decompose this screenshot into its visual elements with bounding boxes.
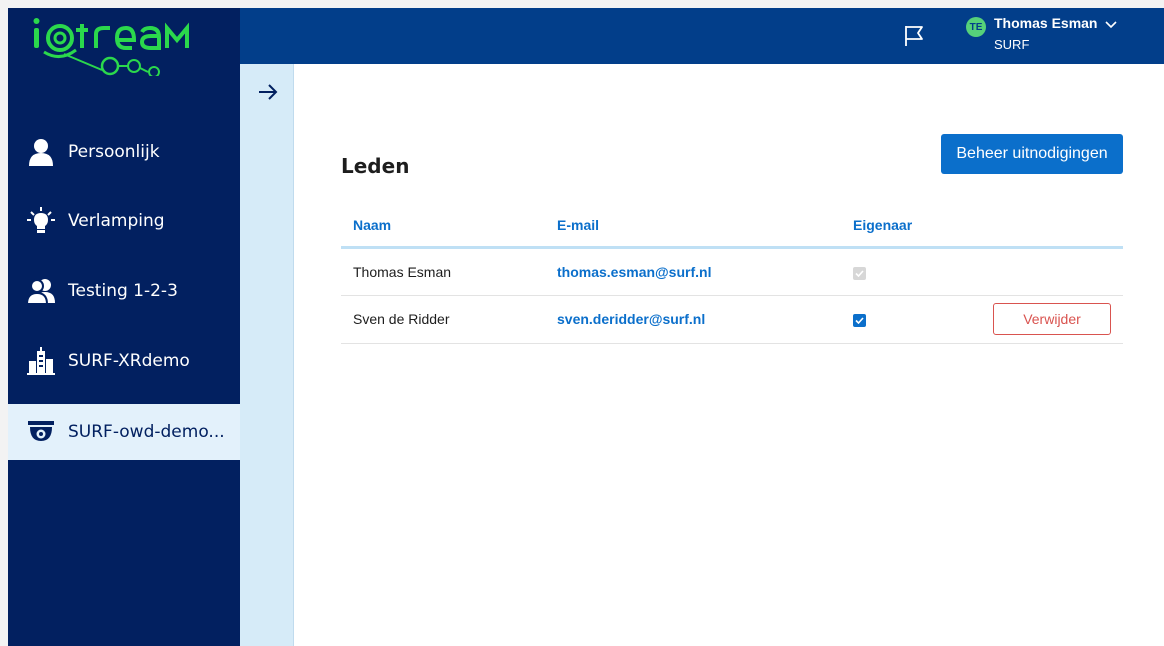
user-icon <box>22 137 60 167</box>
sidebar-item-label: Testing 1-2-3 <box>68 281 178 301</box>
sidebar-item-verlamping[interactable]: Verlamping <box>8 193 240 249</box>
column-header-name[interactable]: Naam <box>341 204 545 249</box>
owner-checkbox[interactable] <box>853 314 866 327</box>
owner-checkbox-disabled <box>853 266 866 280</box>
arrow-right-icon[interactable] <box>256 80 280 104</box>
column-header-actions <box>981 204 1123 249</box>
app-logo[interactable] <box>30 14 220 76</box>
user-organization: SURF <box>994 37 1030 53</box>
actions-cell <box>981 247 1123 296</box>
lightbulb-icon <box>22 206 60 236</box>
actions-cell: Verwijder <box>981 295 1123 344</box>
sidebar-collapse-rail <box>240 64 294 646</box>
avatar: TE <box>966 17 986 37</box>
manage-invitations-button[interactable]: Beheer uitnodigingen <box>941 134 1123 174</box>
owner-cell <box>841 295 981 344</box>
table-header-row: Naam E-mail Eigenaar <box>341 204 1123 249</box>
sidebar-item-label: SURF-XRdemo <box>68 351 190 371</box>
owner-cell <box>841 247 981 296</box>
sidebar-item-label: SURF-owd-demo... <box>68 422 225 442</box>
column-header-email[interactable]: E-mail <box>545 204 841 249</box>
sidebar-item-label: Verlamping <box>68 211 165 231</box>
user-name: Thomas Esman <box>994 15 1098 31</box>
page-title: Leden <box>341 154 410 178</box>
sidebar-item-label: Persoonlijk <box>68 142 160 162</box>
member-email[interactable]: sven.deridder@surf.nl <box>545 295 841 344</box>
column-header-owner[interactable]: Eigenaar <box>841 204 981 249</box>
user-name-row: Thomas Esman <box>994 12 1117 35</box>
building-icon <box>22 346 60 376</box>
user-menu[interactable]: TE Thomas Esman SURF <box>966 12 1117 60</box>
remove-member-button[interactable]: Verwijder <box>993 303 1111 335</box>
sidebar: Persoonlijk Verlamping Testing 1-2-3 SUR… <box>8 8 240 646</box>
table-row: Sven de Ridder sven.deridder@surf.nl Ver… <box>341 295 1123 344</box>
member-email[interactable]: thomas.esman@surf.nl <box>545 247 841 296</box>
sidebar-item-testing[interactable]: Testing 1-2-3 <box>8 263 240 319</box>
top-bar: TE Thomas Esman SURF <box>240 8 1164 64</box>
main-content: Leden Beheer uitnodigingen Naam E-mail E… <box>294 64 1164 646</box>
member-name: Thomas Esman <box>341 247 545 296</box>
camera-icon <box>22 417 60 447</box>
flag-icon[interactable] <box>902 23 928 49</box>
sidebar-item-persoonlijk[interactable]: Persoonlijk <box>8 124 240 180</box>
user-info: Thomas Esman SURF <box>994 12 1117 55</box>
chevron-down-icon <box>1105 13 1117 35</box>
logo-graphic <box>33 18 189 76</box>
app-window: Persoonlijk Verlamping Testing 1-2-3 SUR… <box>8 8 1164 646</box>
users-icon <box>22 276 60 306</box>
sidebar-item-surf-owd-demo[interactable]: SURF-owd-demo... <box>8 404 240 460</box>
table-row: Thomas Esman thomas.esman@surf.nl <box>341 247 1123 296</box>
sidebar-item-surf-xrdemo[interactable]: SURF-XRdemo <box>8 333 240 389</box>
members-table: Naam E-mail Eigenaar Thomas Esman thomas… <box>341 204 1123 344</box>
member-name: Sven de Ridder <box>341 295 545 344</box>
